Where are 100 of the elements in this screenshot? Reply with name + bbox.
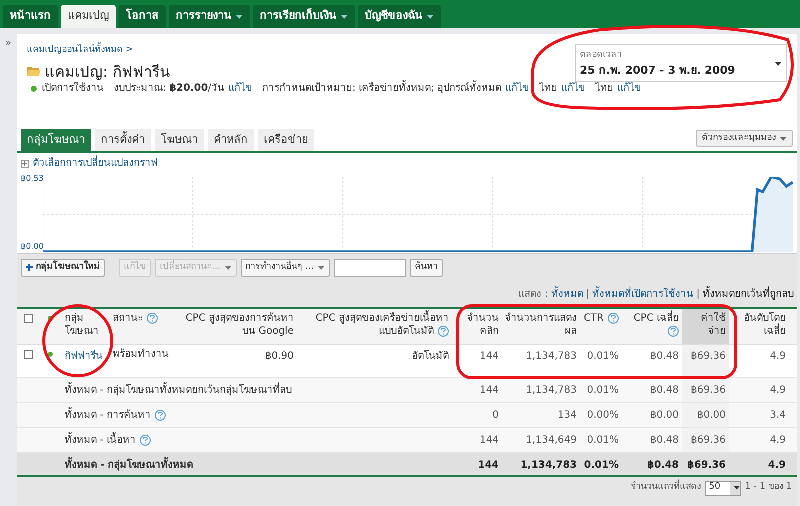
edit-link[interactable]: แก้ไข bbox=[228, 81, 253, 96]
column-header[interactable]: จำนวนคลิก bbox=[452, 309, 502, 344]
table-cell: ฿0.90 bbox=[265, 351, 294, 362]
caret-icon bbox=[341, 14, 348, 18]
table-cell: ฿69.36 bbox=[691, 385, 726, 396]
nav-tab[interactable]: บัญชีของฉัน bbox=[358, 5, 441, 28]
table-cell: ฿69.36 bbox=[687, 460, 726, 471]
help-icon[interactable] bbox=[147, 312, 158, 324]
row-label: ทั้งหมด - เนื้อหา bbox=[65, 435, 136, 446]
help-icon[interactable] bbox=[668, 326, 679, 337]
table-cell: 0 bbox=[492, 410, 499, 421]
separator: | bbox=[586, 288, 590, 302]
graph-options-link[interactable]: ตัวเลือกการเปลี่ยนแปลงกราฟ bbox=[33, 156, 158, 171]
nav-tab[interactable]: การรายงาน bbox=[169, 5, 250, 28]
edit-link[interactable]: แก้ไข bbox=[506, 81, 530, 96]
table-cell: อัตโนมัติ bbox=[412, 351, 449, 362]
table-cell: ฿69.36 bbox=[691, 435, 726, 446]
table-cell: 144 bbox=[478, 460, 499, 471]
table-cell: ฿0.00 bbox=[650, 410, 679, 421]
targeting-text: ไทย bbox=[540, 81, 558, 96]
nav-tab[interactable]: โอกาส bbox=[119, 5, 166, 28]
search-button[interactable]: ค้นหา bbox=[410, 258, 444, 276]
table-cell: 0.00% bbox=[587, 410, 619, 421]
table-cell: 144 bbox=[480, 351, 499, 362]
sub-tab[interactable]: เครือข่าย bbox=[258, 129, 314, 151]
expand-icon[interactable] bbox=[21, 160, 29, 168]
help-icon[interactable] bbox=[154, 410, 166, 421]
column-header[interactable]: อันดับโดยเฉลี่ย bbox=[729, 309, 789, 344]
sub-tab[interactable]: การตั้งค่า bbox=[95, 129, 151, 151]
column-header[interactable]: สถานะ bbox=[110, 309, 175, 344]
help-icon[interactable] bbox=[438, 326, 449, 337]
column-header[interactable]: จำนวนการแสดงผล bbox=[502, 309, 580, 344]
budget-text: งบประมาณ: ฿20.00/วัน bbox=[114, 82, 225, 96]
table-cell: 0.01% bbox=[584, 460, 619, 471]
show-filter-link[interactable]: ทั้งหมด bbox=[551, 286, 584, 302]
column-header[interactable]: CTR bbox=[580, 309, 622, 344]
table-cell: ฿69.36 bbox=[691, 351, 726, 362]
breadcrumb-link[interactable]: แคมเปญออนไลน์ทั้งหมด > bbox=[27, 44, 170, 58]
sub-tab[interactable]: คำหลัก bbox=[208, 129, 254, 151]
table-cell: พร้อมทำงาน bbox=[113, 349, 169, 360]
page-range: 1 - 1 ของ 1 bbox=[745, 481, 792, 494]
table-cell: 4.9 bbox=[770, 385, 786, 396]
filter-views-button[interactable]: ตัวกรองและมุมมอง bbox=[696, 130, 793, 147]
table-cell: 4.9 bbox=[768, 460, 786, 471]
row-checkbox[interactable] bbox=[24, 350, 32, 359]
column-header[interactable]: ค่าใช้จ่าย bbox=[682, 309, 729, 344]
plus-icon bbox=[26, 264, 33, 271]
rows-per-page-select[interactable]: 50 bbox=[705, 480, 742, 496]
rows-per-page-label: จำนวนแถวที่แสดง bbox=[631, 481, 702, 495]
caret-icon bbox=[734, 486, 740, 490]
table-cell: 4.9 bbox=[770, 435, 786, 446]
column-header[interactable]: CPC สูงสุดของเครือข่ายเนื้อหาแบบอัตโนมัติ bbox=[297, 309, 452, 344]
table-cell: 0.01% bbox=[587, 351, 619, 362]
table-cell: 0.01% bbox=[587, 385, 619, 396]
edit-link[interactable]: แก้ไข bbox=[562, 81, 586, 96]
nav-tab[interactable]: หน้าแรก bbox=[3, 5, 58, 28]
menu-button[interactable]: การทำงานอื่นๆ ... bbox=[240, 258, 330, 276]
folder-icon bbox=[27, 66, 41, 78]
axis-label: ฿0.53 bbox=[21, 173, 43, 185]
column-header[interactable]: CPC เฉลี่ย bbox=[622, 309, 682, 344]
sub-tab[interactable]: โฆษณา bbox=[155, 129, 204, 151]
expand-sidebar-toggle[interactable]: » bbox=[5, 39, 12, 49]
status-text: เปิดการใช้งาน bbox=[42, 81, 104, 96]
search-field[interactable] bbox=[334, 258, 406, 276]
table-cell: 3.4 bbox=[770, 410, 786, 421]
targeting-text: ไทย bbox=[596, 81, 614, 96]
table-cell: 4.9 bbox=[770, 351, 786, 362]
row-label: ทั้งหมด - การค้นหา bbox=[65, 410, 151, 421]
nav-tab[interactable]: การเรียกเก็บเงิน bbox=[253, 5, 355, 28]
table-cell: 144 bbox=[480, 385, 499, 396]
table-cell: 134 bbox=[558, 410, 577, 421]
axis-label: ฿0.00 bbox=[21, 241, 43, 253]
caret-icon bbox=[224, 266, 232, 270]
show-filter-link[interactable]: ทั้งหมดที่เปิดการใช้งาน bbox=[592, 286, 694, 302]
table-cell: ฿0.48 bbox=[647, 460, 679, 471]
help-icon[interactable] bbox=[608, 312, 619, 324]
separator: | bbox=[696, 288, 700, 302]
ad-group-link[interactable]: กิฟฟารีน bbox=[65, 351, 103, 362]
date-range-picker[interactable]: ตลอดเวลา 25 ก.พ. 2007 - 3 พ.ย. 2009 bbox=[575, 44, 787, 82]
table-cell: 144 bbox=[480, 435, 499, 446]
sub-tab[interactable]: กลุ่มโฆษณา bbox=[21, 129, 91, 151]
table-cell: ฿0.48 bbox=[650, 435, 679, 446]
table-cell: 1,134,783 bbox=[526, 385, 577, 396]
table-cell: 1,134,649 bbox=[526, 435, 577, 446]
help-icon[interactable] bbox=[140, 434, 151, 446]
table-cell: 1,134,783 bbox=[526, 351, 577, 362]
targeting-text: การกำหนดเป้าหมาย: เครือข่ายทั้งหมด; อุปกรณ์ทั้งหมด bbox=[262, 81, 502, 96]
edit-link[interactable]: แก้ไข bbox=[618, 81, 642, 96]
column-header[interactable]: กลุ่มโฆษณา bbox=[62, 309, 110, 344]
row-label: ทั้งหมด - กลุ่มโฆษณาทั้งหมดยกเว้นกลุ่มโฆษณาที่ลบ bbox=[65, 385, 292, 396]
table-cell: 1,134,783 bbox=[520, 460, 577, 471]
nav-tab[interactable]: แคมเปญ bbox=[61, 5, 116, 28]
caret-icon bbox=[236, 14, 243, 18]
new-ad-group-button[interactable]: กลุ่มโฆษณาใหม่ bbox=[21, 258, 105, 276]
select-all-checkbox[interactable] bbox=[24, 314, 32, 323]
caret-icon bbox=[427, 14, 434, 18]
column-header[interactable]: CPC สูงสุดของการค้นหาบน Google bbox=[175, 309, 297, 344]
show-filter-link[interactable]: ทั้งหมดยกเว้นที่ถูกลบ bbox=[703, 286, 794, 302]
table-cell: ฿0.48 bbox=[650, 351, 679, 362]
caret-icon bbox=[318, 266, 326, 270]
